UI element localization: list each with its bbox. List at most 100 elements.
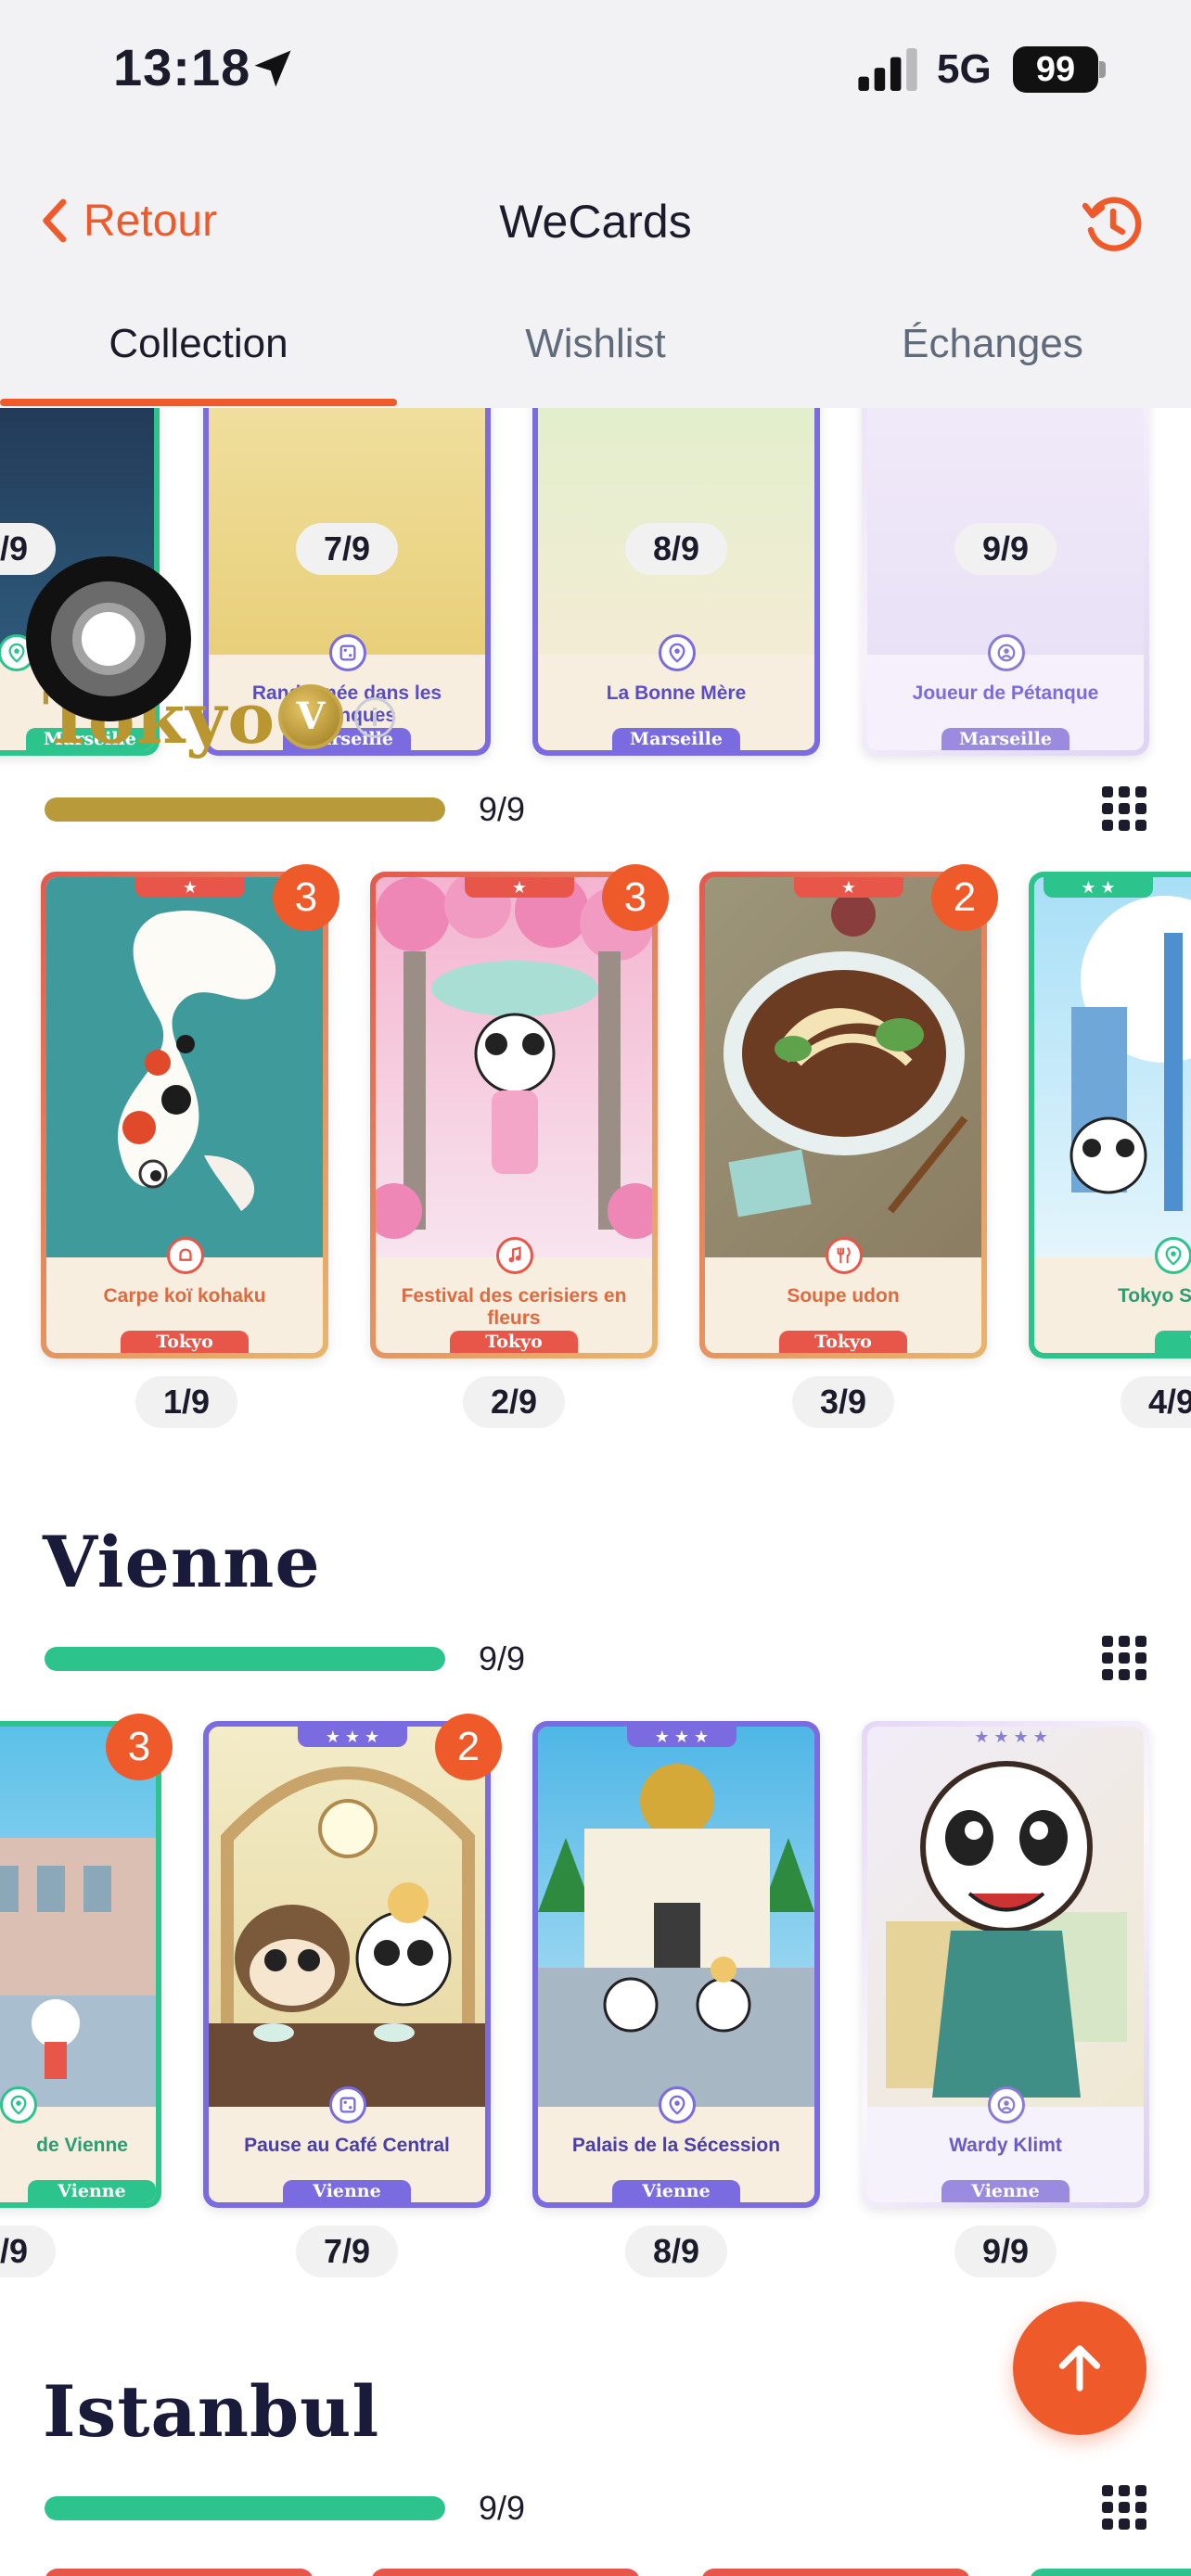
card-number: 1/9 <box>135 1376 237 1428</box>
card-palais-secession[interactable]: ★ ★ ★ Palais de la Sécession Vienne <box>532 1721 820 2208</box>
card-wardy-klimt[interactable]: ★ ★ ★ ★ Wardy Klimt Vienne <box>862 1721 1149 2208</box>
info-icon[interactable]: i <box>354 697 395 738</box>
card-title: Pause au Café Central <box>244 2135 450 2156</box>
section-title-istanbul: Istanbul <box>43 2370 380 2453</box>
card-peek <box>1030 2569 1191 2576</box>
rarity-stars: ★ <box>465 877 574 898</box>
rarity-stars: ★ ★ ★ <box>627 1727 736 1747</box>
battery-icon: 99 <box>1013 46 1106 93</box>
card-type-icon <box>329 2086 366 2123</box>
pin-icon <box>0 2086 37 2123</box>
card-number: 2/9 <box>463 1376 565 1428</box>
card-count-badge: 3 <box>273 864 339 931</box>
card-number: 4/9 <box>1121 1376 1191 1428</box>
rarity-stars: ★ ★ <box>1044 877 1153 898</box>
card-peek <box>371 2569 640 2576</box>
tab-collection[interactable]: Collection <box>0 269 397 408</box>
back-button[interactable]: Retour <box>37 193 217 249</box>
card-peek <box>45 2569 314 2576</box>
person-icon <box>988 634 1025 671</box>
card-number: 9/9 <box>954 523 1057 575</box>
tab-wishlist[interactable]: Wishlist <box>397 269 794 408</box>
status-time: 13:18 <box>113 38 251 96</box>
card-la-bonne-mere[interactable]: La Bonne Mère Marseille <box>532 408 820 756</box>
rarity-stars: ★ <box>135 877 245 898</box>
grid-view-icon[interactable] <box>1102 2485 1146 2530</box>
card-number: 8/9 <box>625 2225 727 2277</box>
card-city: Vienne <box>283 2180 411 2202</box>
progress-fill <box>45 2496 445 2520</box>
history-clock-icon[interactable] <box>1080 191 1146 258</box>
card-title: Palais de la Sécession <box>571 2135 781 2156</box>
card-city: Vienne <box>941 2180 1069 2202</box>
rarity-stars: ★ <box>794 877 903 898</box>
progress-bar-tokyo <box>45 797 445 822</box>
card-carpe-koi[interactable]: ★ Carpe koï kohaku Tokyo <box>41 872 328 1358</box>
card-city: Tokyo <box>1155 1331 1191 1353</box>
scroll-to-top-button[interactable] <box>1013 2302 1146 2435</box>
back-label: Retour <box>83 196 218 246</box>
grid-view-icon[interactable] <box>1102 1636 1146 1680</box>
active-tab-indicator <box>0 399 397 406</box>
card-city: Marseille <box>941 728 1069 750</box>
chevron-left-icon <box>43 198 67 243</box>
cherry-blossom-illustration <box>376 877 652 1239</box>
navigation-bar: Retour WeCards <box>0 139 1191 269</box>
vienna-building-illustration <box>0 1838 156 2107</box>
status-bar: 13:18 5G 99 <box>0 0 1191 139</box>
udon-bowl-illustration <box>705 877 981 1257</box>
progress-label: 9/9 <box>479 1639 526 1677</box>
secession-palace-illustration <box>538 1764 814 2107</box>
card-joueur-de-petanque[interactable]: Joueur de Pétanque Marseille <box>862 408 1149 756</box>
progress-fill <box>45 797 445 822</box>
card-count-badge: 3 <box>602 864 669 931</box>
card-title: Wardy Klimt <box>949 2135 1062 2156</box>
tokyo-skytree-illustration <box>1069 896 1191 1211</box>
card-de-vienne[interactable]: de Vienne Vienne <box>0 1721 161 2208</box>
progress-bar-vienne <box>45 1647 445 1671</box>
card-city: Tokyo <box>450 1331 578 1353</box>
section-title-vienne: Vienne <box>43 1521 321 1603</box>
location-arrow-icon <box>254 50 291 87</box>
progress-bar-istanbul <box>45 2496 445 2520</box>
progress-fill <box>45 1647 445 1671</box>
card-number: 6/9 <box>0 523 56 575</box>
card-city: Vienne <box>28 2180 156 2202</box>
collection-list[interactable]: odrome Marseille Randonnée dans les Cala… <box>0 408 1191 2576</box>
card-title: Festival des cerisiers en fleurs <box>401 1285 627 1329</box>
progress-label: 9/9 <box>479 790 526 828</box>
arrow-up-icon <box>1058 2345 1101 2391</box>
cafe-central-illustration <box>209 1766 485 2107</box>
assistive-touch-button[interactable] <box>26 556 191 721</box>
card-festival-cerisiers[interactable]: ★ Festival des cerisiers en fleurs Tokyo <box>370 872 658 1358</box>
network-label: 5G <box>937 46 992 92</box>
signal-bars-icon <box>858 48 917 91</box>
card-number: 6/9 <box>0 2225 56 2277</box>
card-number: 3/9 <box>792 1376 894 1428</box>
card-count-badge: 3 <box>106 1714 173 1780</box>
tab-bar: Collection Wishlist Échanges <box>0 269 1191 408</box>
vip-badge-icon: V <box>278 684 343 749</box>
card-title: Joueur de Pétanque <box>912 682 1099 704</box>
koi-fish-illustration <box>118 911 276 1211</box>
card-tokyo-sky[interactable]: ★ ★ Tokyo Sky Tokyo <box>1029 872 1191 1358</box>
pin-icon <box>1155 1237 1191 1274</box>
card-city: Tokyo <box>779 1331 907 1353</box>
card-count-badge: 2 <box>435 1714 502 1780</box>
card-number: 7/9 <box>296 523 398 575</box>
music-note-icon <box>496 1237 533 1274</box>
card-pause-cafe-central[interactable]: ★ ★ ★ Pause au Café Central Vienne <box>203 1721 491 2208</box>
card-title: Carpe koï kohaku <box>103 1285 266 1307</box>
fork-knife-icon <box>826 1237 863 1274</box>
card-soupe-udon[interactable]: ★ Soupe udon Tokyo <box>699 872 987 1358</box>
card-city: Vienne <box>612 2180 740 2202</box>
card-city: Tokyo <box>121 1331 249 1353</box>
card-type-icon <box>329 634 366 671</box>
card-city: Marseille <box>612 728 740 750</box>
wardy-klimt-illustration <box>886 1761 1127 2098</box>
card-title: Tokyo Sky <box>1118 1285 1191 1307</box>
card-peek <box>701 2569 970 2576</box>
grid-view-icon[interactable] <box>1102 786 1146 831</box>
person-icon <box>988 2086 1025 2123</box>
tab-echanges[interactable]: Échanges <box>794 269 1191 408</box>
